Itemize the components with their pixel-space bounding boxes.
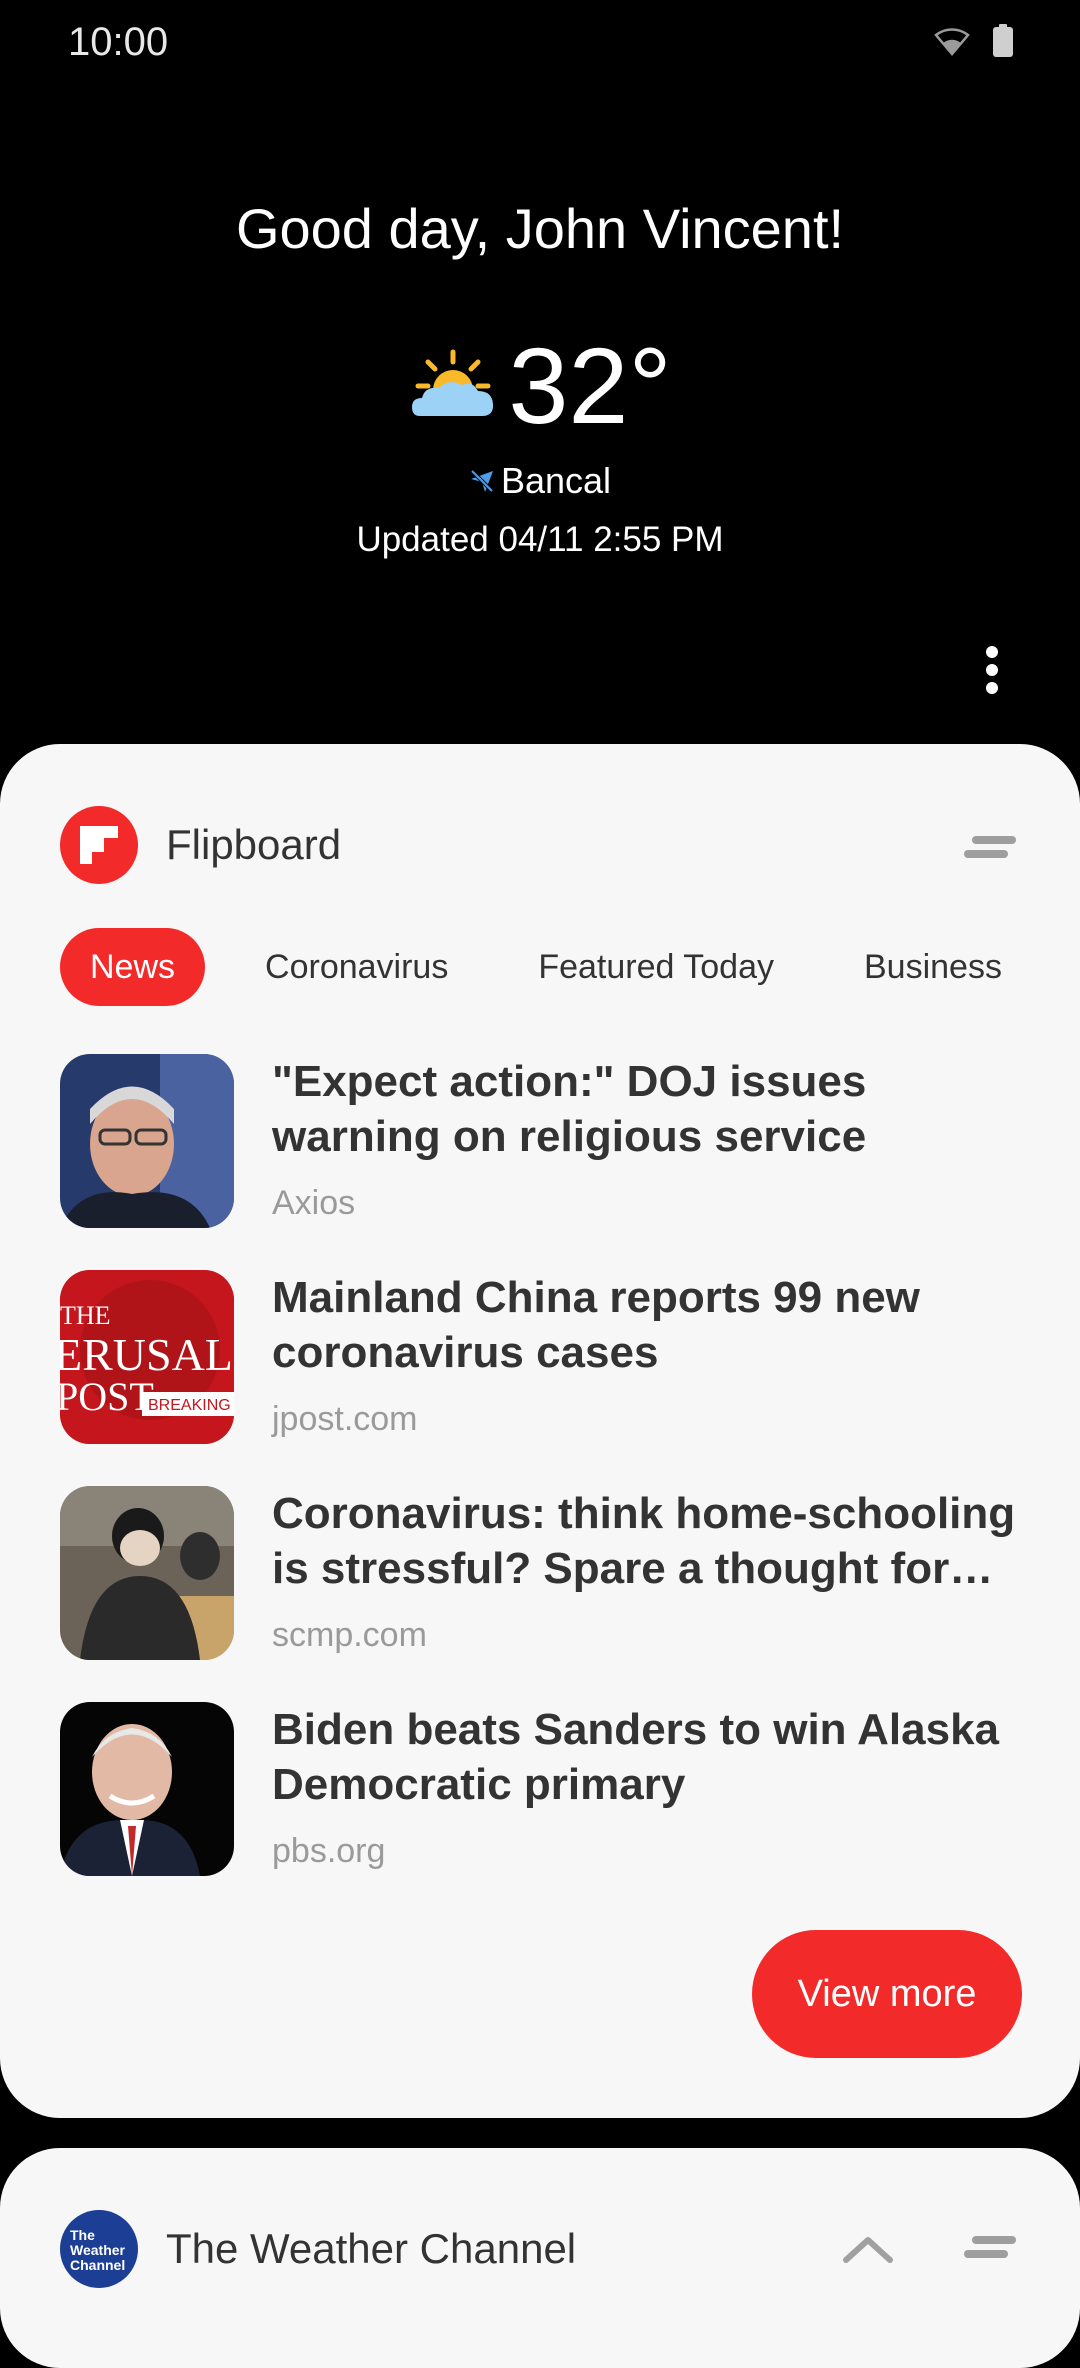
greeting: Good day, John Vincent! — [235, 197, 845, 260]
location-name: Bancal — [500, 460, 612, 501]
weather-channel-logo-text: The Weather Channel — [70, 2227, 126, 2273]
jpost-breaking-badge: BREAKING — [148, 1397, 231, 1414]
article-source: pbs.org — [272, 1832, 386, 1870]
weather-channel-logo-icon: The Weather Channel — [60, 2210, 138, 2288]
article-item[interactable]: THE ERUSALEM POST BREAKING Mainland Chin… — [60, 1270, 1040, 1486]
status-time: 10:00 — [68, 20, 169, 64]
jpost-logo-text: THE — [60, 1301, 111, 1330]
view-more-button[interactable]: View more — [752, 1930, 1022, 2058]
weather-channel-title: The Weather Channel — [166, 2225, 577, 2272]
article-source: Axios — [272, 1184, 356, 1222]
category-tabs: News Coronavirus Featured Today Business — [60, 928, 1062, 1006]
wifi-icon — [934, 28, 970, 56]
status-icons — [934, 24, 1014, 58]
tab-featured-today[interactable]: Featured Today — [508, 928, 804, 1006]
location-row[interactable]: Bancal — [0, 460, 1080, 502]
weather-channel-card: The Weather Channel The Weather Channel — [0, 2148, 1080, 2368]
drag-handle-icon[interactable] — [964, 834, 1018, 860]
flipboard-title: Flipboard — [166, 821, 342, 868]
weather-summary[interactable]: 32° — [0, 332, 1080, 440]
article-list: "Expect action:" DOJ issues warning on r… — [60, 1054, 1040, 1918]
article-item[interactable]: Coronavirus: think home-schooling is str… — [60, 1486, 1040, 1702]
updated-time: Updated 04/11 2:55 PM — [356, 520, 724, 559]
article-headline: Biden beats Sanders to win Alaska Democr… — [272, 1705, 1000, 1809]
flipboard-logo-icon — [60, 806, 138, 884]
more-dot — [986, 646, 998, 658]
article-thumbnail: THE ERUSALEM POST BREAKING — [60, 1270, 234, 1444]
article-source: jpost.com — [272, 1400, 418, 1438]
battery-icon — [993, 24, 1013, 57]
partly-cloudy-icon — [412, 349, 494, 416]
drag-handle-icon[interactable] — [964, 2234, 1018, 2260]
article-thumbnail — [60, 1486, 234, 1660]
article-source: scmp.com — [272, 1616, 427, 1654]
jpost-logo-text: ERUSALEM — [60, 1329, 234, 1380]
article-item[interactable]: Biden beats Sanders to win Alaska Democr… — [60, 1702, 1040, 1918]
more-dot — [986, 664, 998, 676]
tab-business[interactable]: Business — [834, 928, 1032, 1006]
chevron-up-icon[interactable] — [842, 2234, 894, 2264]
article-headline: Mainland China reports 99 new coronaviru… — [272, 1273, 920, 1377]
flipboard-card: Flipboard News Coronavirus Featured Toda… — [0, 744, 1080, 2118]
article-item[interactable]: "Expect action:" DOJ issues warning on r… — [60, 1054, 1040, 1270]
temperature: 32° — [508, 325, 672, 446]
flipboard-header[interactable]: Flipboard — [60, 806, 341, 884]
location-off-icon — [470, 469, 494, 493]
tab-news[interactable]: News — [60, 928, 206, 1006]
tab-coronavirus[interactable]: Coronavirus — [235, 928, 478, 1006]
weather-channel-header[interactable]: The Weather Channel The Weather Channel — [60, 2210, 576, 2288]
article-thumbnail — [60, 1054, 234, 1228]
jpost-logo-text: POST — [60, 1374, 154, 1419]
article-headline: Coronavirus: think home-schooling is str… — [272, 1489, 1016, 1593]
article-headline: "Expect action:" DOJ issues warning on r… — [272, 1057, 867, 1161]
more-options-button[interactable] — [972, 640, 1012, 700]
more-dot — [986, 682, 998, 694]
article-thumbnail — [60, 1702, 234, 1876]
